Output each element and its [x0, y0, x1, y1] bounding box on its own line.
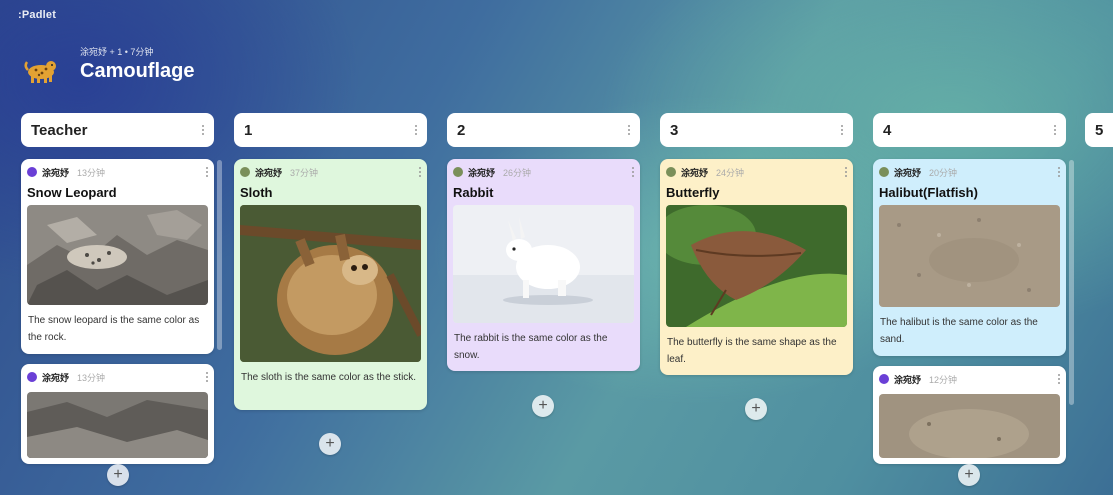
post-menu-icon[interactable] [1058, 167, 1060, 177]
post-body: The sloth is the same color as the stick… [241, 372, 417, 383]
post-time: 37分钟 [290, 167, 319, 178]
post-menu-icon[interactable] [632, 167, 634, 177]
column-menu-icon[interactable] [628, 125, 630, 135]
column-header-teacher[interactable]: Teacher [21, 113, 214, 147]
avatar [666, 167, 676, 177]
avatar [453, 167, 463, 177]
post-author: 涂宛妤 [468, 167, 496, 178]
column-header-1[interactable]: 1 [234, 113, 427, 147]
post-time: 13分钟 [77, 167, 106, 178]
board-title: Camouflage [80, 60, 195, 82]
post-card-butterfly[interactable]: 涂宛妤 24分钟 Butterfly The butterfly is the … [660, 159, 853, 375]
post-author: 涂宛妤 [255, 167, 283, 178]
post-author: 涂宛妤 [894, 167, 922, 178]
post-card-teacher-2[interactable]: 涂宛妤 13分钟 [21, 364, 214, 464]
post-card-rabbit[interactable]: 涂宛妤 26分钟 Rabbit The rabbit is the same c… [447, 159, 640, 371]
butterfly-image[interactable] [666, 205, 847, 327]
column-2: 2 [447, 113, 640, 147]
leopard-icon [24, 61, 56, 83]
column-title: 1 [244, 121, 253, 139]
halibut-image[interactable] [879, 205, 1060, 307]
column-scrollbar[interactable] [217, 160, 222, 350]
add-post-button[interactable]: + [532, 395, 554, 417]
column-title: 2 [457, 121, 466, 139]
post-menu-icon[interactable] [1058, 374, 1060, 384]
post-menu-icon[interactable] [206, 372, 208, 382]
post-menu-icon[interactable] [845, 167, 847, 177]
column-teacher: Teacher [21, 113, 214, 147]
avatar [879, 374, 889, 384]
post-menu-icon[interactable] [419, 167, 421, 177]
add-post-button[interactable]: + [319, 433, 341, 455]
rabbit-image[interactable] [453, 205, 634, 323]
post-title: Snow Leopard [27, 185, 117, 200]
post-time: 12分钟 [929, 374, 958, 385]
post-time: 13分钟 [77, 372, 106, 383]
column-header-2[interactable]: 2 [447, 113, 640, 147]
column-3: 3 [660, 113, 853, 147]
post-menu-icon[interactable] [206, 167, 208, 177]
sloth-image[interactable] [240, 205, 421, 362]
post-body: The butterfly is the same shape as the l… [667, 337, 837, 365]
flatfish-image[interactable] [879, 394, 1060, 458]
gravel-image[interactable] [27, 392, 208, 458]
snow-leopard-image[interactable] [27, 205, 208, 305]
post-time: 26分钟 [503, 167, 532, 178]
post-time: 20分钟 [929, 167, 958, 178]
column-title: Teacher [31, 121, 88, 139]
avatar [27, 372, 37, 382]
column-header-3[interactable]: 3 [660, 113, 853, 147]
padlet-logo[interactable]: :Padlet [18, 9, 56, 21]
board-meta: 涂宛妤 + 1 • 7分钟 [80, 47, 154, 57]
column-1: 1 [234, 113, 427, 147]
post-card-sloth[interactable]: 涂宛妤 37分钟 Sloth The sloth is the same col… [234, 159, 427, 410]
post-card-snow-leopard[interactable]: 涂宛妤 13分钟 Snow Leopard The snow leopard i… [21, 159, 214, 354]
column-menu-icon[interactable] [1054, 125, 1056, 135]
column-4: 4 [873, 113, 1066, 147]
post-title: Rabbit [453, 185, 494, 200]
post-title: Sloth [240, 185, 273, 200]
post-body: The rabbit is the same color as the snow… [454, 333, 608, 361]
column-title: 3 [670, 121, 679, 139]
column-title: 4 [883, 121, 892, 139]
post-author: 涂宛妤 [894, 374, 922, 385]
column-menu-icon[interactable] [202, 125, 204, 135]
post-body: The halibut is the same color as the san… [880, 317, 1038, 345]
column-scrollbar[interactable] [1069, 160, 1074, 405]
post-title: Halibut(Flatfish) [879, 185, 978, 200]
column-menu-icon[interactable] [415, 125, 417, 135]
post-author: 涂宛妤 [42, 372, 70, 383]
post-time: 24分钟 [716, 167, 745, 178]
add-post-button[interactable]: + [745, 398, 767, 420]
column-header-5[interactable]: 5 [1085, 113, 1113, 147]
column-header-4[interactable]: 4 [873, 113, 1066, 147]
avatar [240, 167, 250, 177]
post-title: Butterfly [666, 185, 720, 200]
avatar [879, 167, 889, 177]
post-author: 涂宛妤 [42, 167, 70, 178]
post-body: The snow leopard is the same color as th… [28, 315, 200, 343]
column-title: 5 [1095, 121, 1104, 139]
post-card-col4-2[interactable]: 涂宛妤 12分钟 [873, 366, 1066, 464]
add-post-button[interactable]: + [958, 464, 980, 486]
column-5: 5 [1085, 113, 1113, 147]
avatar [27, 167, 37, 177]
column-menu-icon[interactable] [841, 125, 843, 135]
post-author: 涂宛妤 [681, 167, 709, 178]
post-card-halibut[interactable]: 涂宛妤 20分钟 Halibut(Flatfish) The halibut i… [873, 159, 1066, 356]
add-post-button[interactable]: + [107, 464, 129, 486]
